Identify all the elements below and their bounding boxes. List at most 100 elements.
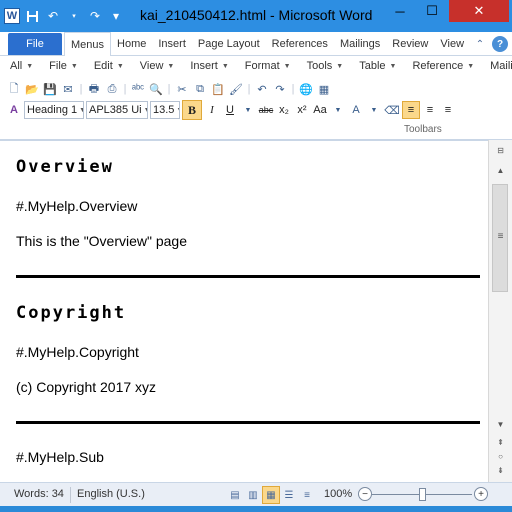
print-preview-icon[interactable]: 🖶 <box>86 81 102 97</box>
chevron-down-icon: ▼ <box>70 62 78 70</box>
research-icon[interactable]: 🔍 <box>148 81 164 97</box>
scroll-up-icon[interactable]: ▲ <box>489 162 512 178</box>
print-layout-icon[interactable]: ▤ <box>226 486 244 504</box>
save-icon[interactable]: 💾 <box>42 81 58 97</box>
menu-view[interactable]: View ▼ <box>130 56 181 76</box>
menu-reference[interactable]: Reference ▼ <box>402 56 480 76</box>
zoom-level[interactable]: 100% <box>324 488 352 500</box>
word-count[interactable]: Words: 34 <box>14 488 64 500</box>
vertical-scrollbar[interactable]: ⊟ ▲ ≡ ▼ ⇞ ○ ⇟ <box>488 140 512 482</box>
ruler-toggle-icon[interactable]: ⊟ <box>489 142 512 158</box>
tab-references[interactable]: References <box>266 32 334 56</box>
tab-home[interactable]: Home <box>111 32 152 56</box>
maximize-button[interactable]: ☐ <box>416 0 448 22</box>
permission-icon[interactable]: ✉ <box>60 81 76 97</box>
outline-icon[interactable]: ☰ <box>280 486 298 504</box>
customize-qat-icon[interactable]: ▾ <box>107 7 125 25</box>
help-icon[interactable]: ? <box>492 36 508 52</box>
bold-button[interactable]: B <box>182 100 202 120</box>
document-page[interactable]: Overview #.MyHelp.Overview This is the "… <box>0 140 488 482</box>
font-color-icon[interactable]: A <box>348 102 364 118</box>
copy-icon[interactable]: ⧉ <box>192 81 208 97</box>
hyperlink-icon[interactable]: 🌐 <box>298 81 314 97</box>
chevron-down-icon: ▼ <box>221 62 229 70</box>
chevron-down-icon[interactable]: ▼ <box>366 102 382 118</box>
window-border-bottom <box>0 506 512 512</box>
zoom-in-button[interactable]: + <box>474 487 488 501</box>
tab-view[interactable]: View <box>434 32 470 56</box>
tab-page-layout[interactable]: Page Layout <box>192 32 266 56</box>
align-left-button[interactable]: ≡ <box>402 101 420 119</box>
redo-icon[interactable]: ↷ <box>272 81 288 97</box>
chevron-down-icon[interactable]: ▼ <box>330 102 346 118</box>
format-painter-icon[interactable]: 🖌 <box>228 81 244 97</box>
style-select[interactable]: Heading 1▼ <box>24 101 84 119</box>
tab-mailings[interactable]: Mailings <box>334 32 386 56</box>
tab-review[interactable]: Review <box>386 32 434 56</box>
collapse-ribbon-icon[interactable]: ⌃ <box>472 36 488 52</box>
chevron-down-icon: ▼ <box>174 107 179 114</box>
menu-all[interactable]: All ▼ <box>0 56 39 76</box>
tab-file[interactable]: File <box>8 33 62 55</box>
zoom-slider-thumb[interactable] <box>419 488 426 501</box>
paragraph-text-copyright: (c) Copyright 2017 xyz <box>16 379 157 395</box>
scroll-down-icon[interactable]: ▼ <box>489 416 512 432</box>
minimize-button[interactable]: ─ <box>384 0 416 22</box>
undo-icon[interactable]: ↶ <box>44 7 62 25</box>
chevron-down-icon: ▼ <box>26 62 34 70</box>
styles-icon[interactable]: A <box>6 102 22 118</box>
menu-mailing[interactable]: Mailing <box>480 56 512 76</box>
web-layout-icon[interactable]: ▦ <box>262 486 280 504</box>
tab-menus[interactable]: Menus <box>64 32 112 57</box>
full-screen-reading-icon[interactable]: ▥ <box>244 486 262 504</box>
menu-format[interactable]: Format ▼ <box>235 56 297 76</box>
separator <box>70 487 71 503</box>
word-app-icon[interactable]: W <box>4 8 20 24</box>
paragraph-ref-overview: #.MyHelp.Overview <box>16 198 138 214</box>
open-folder-icon[interactable]: 📂 <box>24 81 40 97</box>
clear-format-icon[interactable]: ⌫ <box>384 102 400 118</box>
menu-reference-label: Reference <box>412 60 464 72</box>
strikethrough-button[interactable]: abc <box>258 102 274 118</box>
redo-icon[interactable]: ↷ <box>86 7 104 25</box>
align-right-icon[interactable]: ≡ <box>440 102 456 118</box>
separator: | <box>79 83 83 95</box>
new-document-icon[interactable]: 🗋 <box>6 81 22 97</box>
cut-icon[interactable]: ✂ <box>174 81 190 97</box>
language-indicator[interactable]: English (U.S.) <box>77 488 145 500</box>
menu-file[interactable]: File ▼ <box>39 56 84 76</box>
spelling-icon[interactable]: ᵃᵇᶜ <box>130 81 146 97</box>
change-case-button[interactable]: Aa <box>312 102 328 118</box>
paste-icon[interactable]: 📋 <box>210 81 226 97</box>
next-page-icon[interactable]: ⇟ <box>489 462 512 478</box>
menu-table[interactable]: Table ▼ <box>349 56 402 76</box>
draft-icon[interactable]: ≡ <box>298 486 316 504</box>
chevron-down-icon: ▼ <box>167 62 175 70</box>
align-center-icon[interactable]: ≡ <box>422 102 438 118</box>
horizontal-rule <box>16 421 480 424</box>
print-icon[interactable]: ⎙ <box>104 81 120 97</box>
italic-button[interactable]: I <box>204 102 220 118</box>
undo-icon[interactable]: ↶ <box>254 81 270 97</box>
zoom-out-button[interactable]: − <box>358 487 372 501</box>
chevron-down-icon[interactable]: ▼ <box>240 102 256 118</box>
save-icon[interactable] <box>23 7 41 25</box>
tab-insert[interactable]: Insert <box>152 32 192 56</box>
menu-format-label: Format <box>244 60 280 72</box>
menu-insert[interactable]: Insert ▼ <box>180 56 234 76</box>
menu-edit[interactable]: Edit ▼ <box>84 56 130 76</box>
title-bar: W ↶ ▾ ↷ ▾ kai_210450412.html - Microsoft… <box>0 0 512 32</box>
close-button[interactable]: ✕ <box>449 0 509 22</box>
separator: | <box>247 83 251 95</box>
undo-dropdown-icon[interactable]: ▾ <box>65 7 83 25</box>
table-icon[interactable]: ▦ <box>316 81 332 97</box>
ribbon-tabs: File Menus Home Insert Page Layout Refer… <box>0 32 512 57</box>
font-select[interactable]: APL385 Ui▼ <box>86 101 148 119</box>
chevron-down-icon: ▼ <box>389 62 397 70</box>
menu-file-label: File <box>49 60 67 72</box>
superscript-button[interactable]: x² <box>294 102 310 118</box>
font-size-select[interactable]: 13.5▼ <box>150 101 180 119</box>
menu-tools[interactable]: Tools ▼ <box>297 56 350 76</box>
underline-button[interactable]: U <box>222 102 238 118</box>
subscript-button[interactable]: x₂ <box>276 102 292 118</box>
